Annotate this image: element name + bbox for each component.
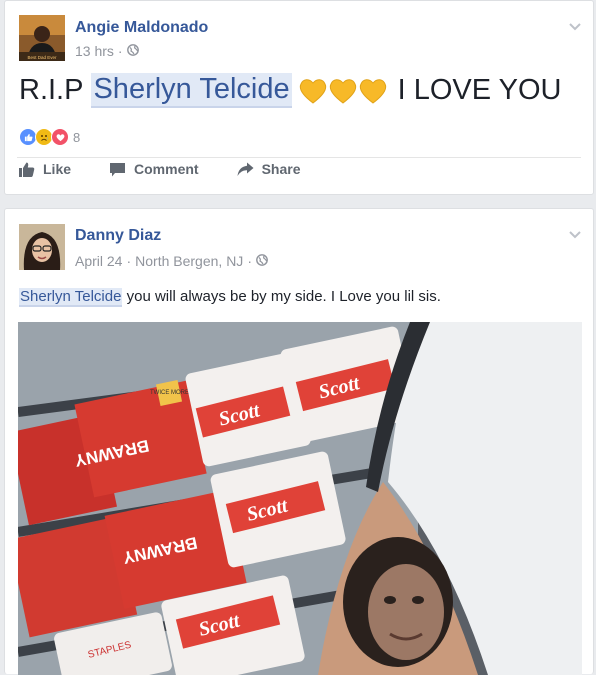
post-actions: Like Comment Share — [19, 161, 301, 177]
like-icon — [19, 162, 35, 177]
yellow-heart-icon — [359, 78, 386, 104]
reactions-summary[interactable]: 8 — [19, 128, 80, 146]
author-name[interactable]: Angie Maldonado — [75, 19, 208, 37]
reaction-count: 8 — [73, 129, 81, 145]
like-button[interactable]: Like — [19, 161, 71, 177]
comment-icon — [110, 162, 126, 176]
avatar-caption: Best Dad Ever — [27, 55, 57, 60]
share-label: Share — [261, 161, 301, 177]
chevron-down-icon[interactable] — [568, 19, 582, 31]
timestamp[interactable]: April 24 — [75, 253, 122, 269]
like-label: Like — [43, 161, 72, 177]
post-text-body: you will always be by my side. I Love yo… — [126, 288, 441, 305]
divider — [17, 157, 581, 158]
share-button[interactable]: Share — [237, 161, 301, 177]
comment-label: Comment — [134, 161, 199, 177]
twice-more-tag: TWICE MORE — [150, 390, 189, 396]
share-icon — [237, 162, 254, 176]
author-name[interactable]: Danny Diaz — [75, 227, 161, 245]
avatar[interactable]: Best Dad Ever — [19, 15, 65, 61]
hearts — [298, 77, 388, 105]
yellow-heart-icon — [329, 78, 356, 104]
post-text-suffix: I LOVE YOU — [397, 74, 562, 106]
post-text-prefix: R.I.P — [19, 74, 84, 106]
post-photo[interactable]: BRAWNY BRAWNY TWICE MORE Scott Scott Sco… — [18, 322, 582, 675]
mention-link[interactable]: Sherlyn Telcide — [19, 288, 123, 307]
comment-button[interactable]: Comment — [109, 161, 199, 177]
globe-icon — [256, 253, 268, 269]
love-reaction-icon — [51, 128, 69, 146]
location-link[interactable]: North Bergen, NJ — [135, 253, 243, 269]
avatar[interactable] — [19, 224, 65, 270]
post-meta: April 24 · North Bergen, NJ · — [75, 253, 268, 269]
timestamp[interactable]: 13 hrs — [75, 43, 114, 59]
chevron-down-icon[interactable] — [568, 227, 582, 239]
post-text: Sherlyn Telcide you will always be by my… — [19, 288, 441, 307]
post-meta: 13 hrs · — [75, 43, 139, 59]
post-card-2: Danny Diaz April 24 · North Bergen, NJ ·… — [4, 208, 594, 675]
globe-icon — [126, 43, 139, 59]
yellow-heart-icon — [299, 78, 326, 104]
tattoo-portrait — [343, 537, 453, 667]
post-card-1: Best Dad Ever Angie Maldonado 13 hrs · R… — [4, 0, 594, 195]
mention-link[interactable]: Sherlyn Telcide — [91, 73, 292, 108]
post-text: R.I.P Sherlyn Telcide I LOVE YOU — [19, 73, 561, 108]
